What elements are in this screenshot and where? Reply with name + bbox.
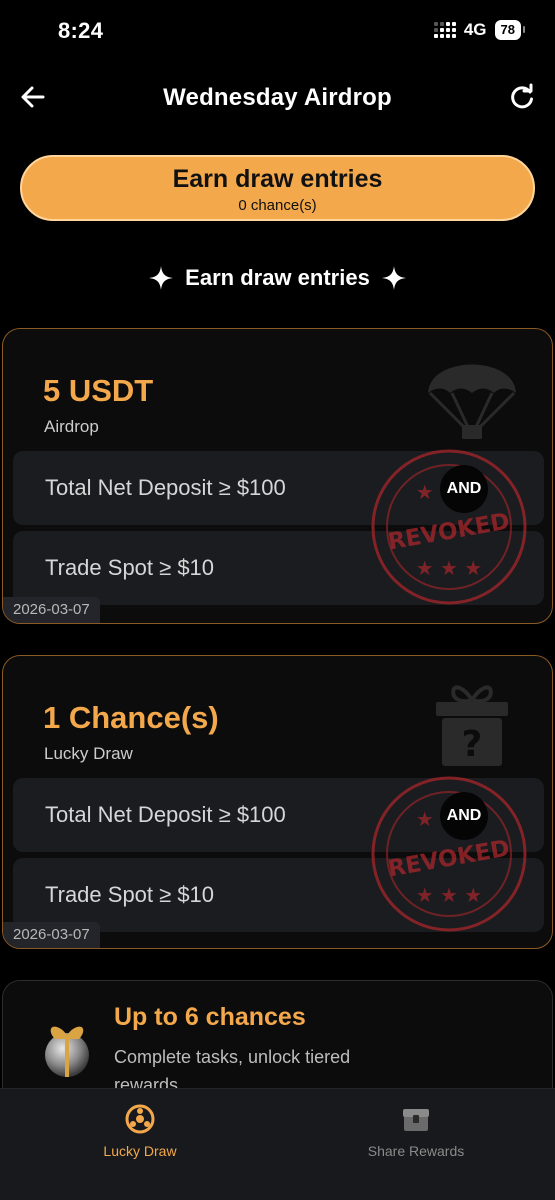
- parachute-icon: [428, 364, 516, 439]
- sparkle-icon: [149, 266, 174, 290]
- earn-draw-entries-button[interactable]: Earn draw entries 0 chance(s): [20, 155, 535, 221]
- airdrop-reward-card[interactable]: 5 USDT Airdrop Total Net Deposit ≥ $100 …: [2, 328, 553, 624]
- nav-header: Wednesday Airdrop: [0, 76, 555, 120]
- status-bar: 8:24 4G 78: [0, 0, 555, 64]
- status-indicators: 4G 78: [433, 20, 526, 40]
- task-trade-spot: Trade Spot ≥ $10: [45, 882, 215, 907]
- bonus-title: Up to 6 chances: [114, 1003, 306, 1031]
- reward-type: Lucky Draw: [44, 744, 133, 763]
- reward-amount: 5 USDT: [43, 373, 154, 408]
- reward-type: Airdrop: [44, 417, 99, 436]
- date-tag: 2026-03-07: [3, 597, 100, 623]
- svg-text:?: ?: [462, 724, 483, 765]
- reward-amount: 1 Chance(s): [43, 700, 219, 735]
- page-title: Wednesday Airdrop: [163, 84, 392, 111]
- battery-icon: 78: [494, 20, 526, 40]
- and-connector: AND: [440, 792, 488, 840]
- task-deposit: Total Net Deposit ≥ $100: [45, 475, 286, 500]
- section-title-text: Earn draw entries: [185, 265, 370, 290]
- task-row: Trade Spot ≥ $10: [13, 531, 544, 605]
- signal-icon: [433, 22, 456, 38]
- network-type: 4G: [463, 20, 487, 39]
- tab-label: Share Rewards: [367, 1143, 465, 1159]
- gift-ornament-icon: [45, 1026, 89, 1077]
- task-deposit: Total Net Deposit ≥ $100: [45, 802, 286, 827]
- task-trade-spot: Trade Spot ≥ $10: [45, 555, 215, 580]
- earn-button-label: Earn draw entries: [172, 165, 383, 193]
- date-tag: 2026-03-07: [3, 922, 100, 948]
- tab-share-rewards[interactable]: Share Rewards: [316, 1103, 516, 1159]
- section-title: Earn draw entries: [0, 265, 555, 291]
- and-connector: AND: [440, 465, 488, 513]
- task-row: Trade Spot ≥ $10: [13, 858, 544, 932]
- status-time: 8:24: [58, 18, 104, 43]
- mystery-gift-icon: ?: [436, 685, 508, 766]
- bottom-tab-bar: Lucky Draw Share Rewards: [0, 1088, 555, 1200]
- sparkle-icon: [381, 266, 406, 290]
- refresh-icon[interactable]: [507, 82, 537, 112]
- lucky-draw-reward-card[interactable]: 1 Chance(s) Lucky Draw ? Total Net Depos…: [2, 655, 553, 949]
- lucky-draw-icon: [125, 1104, 155, 1134]
- chances-count: 0 chance(s): [238, 197, 317, 214]
- tab-lucky-draw[interactable]: Lucky Draw: [40, 1103, 240, 1159]
- tab-label: Lucky Draw: [103, 1143, 177, 1159]
- share-rewards-icon: [403, 1109, 429, 1131]
